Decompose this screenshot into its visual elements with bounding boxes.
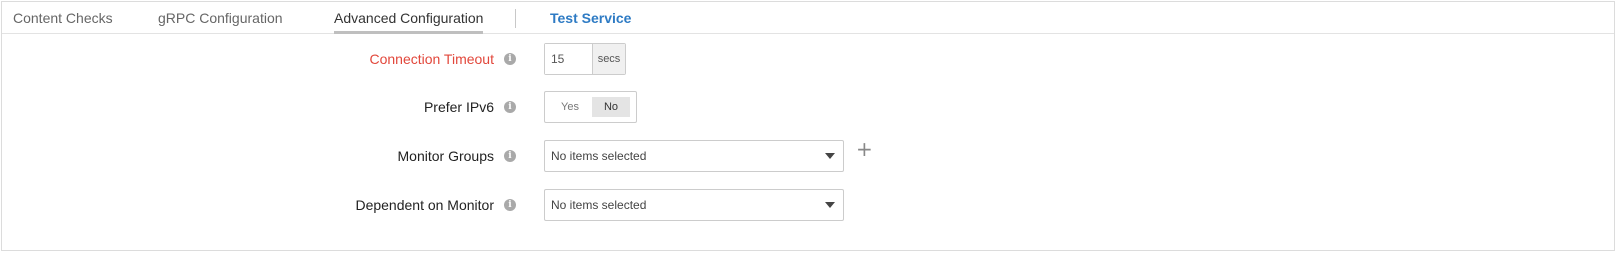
- chevron-down-icon: [825, 202, 835, 208]
- dependent-on-monitor-label: Dependent on Monitor: [355, 197, 494, 213]
- info-icon[interactable]: i: [504, 53, 516, 65]
- tab-advanced-configuration[interactable]: Advanced Configuration: [334, 10, 484, 34]
- dependent-on-monitor-value: No items selected: [551, 198, 647, 212]
- tab-grpc-configuration[interactable]: gRPC Configuration: [158, 10, 283, 34]
- monitor-groups-value: No items selected: [551, 149, 647, 163]
- connection-timeout-label: Connection Timeout: [369, 51, 494, 67]
- monitor-groups-label: Monitor Groups: [397, 148, 494, 164]
- info-icon[interactable]: i: [504, 199, 516, 211]
- test-service-link[interactable]: Test Service: [550, 10, 631, 34]
- prefer-ipv6-no-option[interactable]: No: [592, 97, 630, 117]
- tab-content-checks[interactable]: Content Checks: [13, 10, 113, 34]
- monitor-groups-row: Monitor Groups i No items selected +: [2, 137, 1614, 172]
- prefer-ipv6-label: Prefer IPv6: [423, 99, 494, 115]
- add-monitor-group-button[interactable]: +: [856, 137, 873, 161]
- info-icon[interactable]: i: [504, 150, 516, 162]
- dependent-on-monitor-select[interactable]: No items selected: [544, 189, 844, 221]
- dependent-on-monitor-row: Dependent on Monitor i No items selected: [2, 189, 1614, 221]
- chevron-down-icon: [825, 153, 835, 159]
- timeout-unit-addon: secs: [592, 44, 625, 74]
- prefer-ipv6-toggle: Yes No: [544, 91, 637, 123]
- info-icon[interactable]: i: [504, 101, 516, 113]
- connection-timeout-input[interactable]: [545, 44, 592, 74]
- advanced-config-panel: Content Checks gRPC Configuration Advanc…: [1, 1, 1615, 251]
- tab-bar: Content Checks gRPC Configuration Advanc…: [2, 2, 1614, 34]
- prefer-ipv6-yes-option[interactable]: Yes: [551, 97, 589, 117]
- prefer-ipv6-row: Prefer IPv6 i Yes No: [2, 91, 1614, 123]
- timeout-input-group: secs: [544, 43, 626, 75]
- monitor-groups-select[interactable]: No items selected: [544, 140, 844, 172]
- connection-timeout-row: Connection Timeout i secs: [2, 43, 1614, 75]
- tab-divider: [515, 9, 516, 28]
